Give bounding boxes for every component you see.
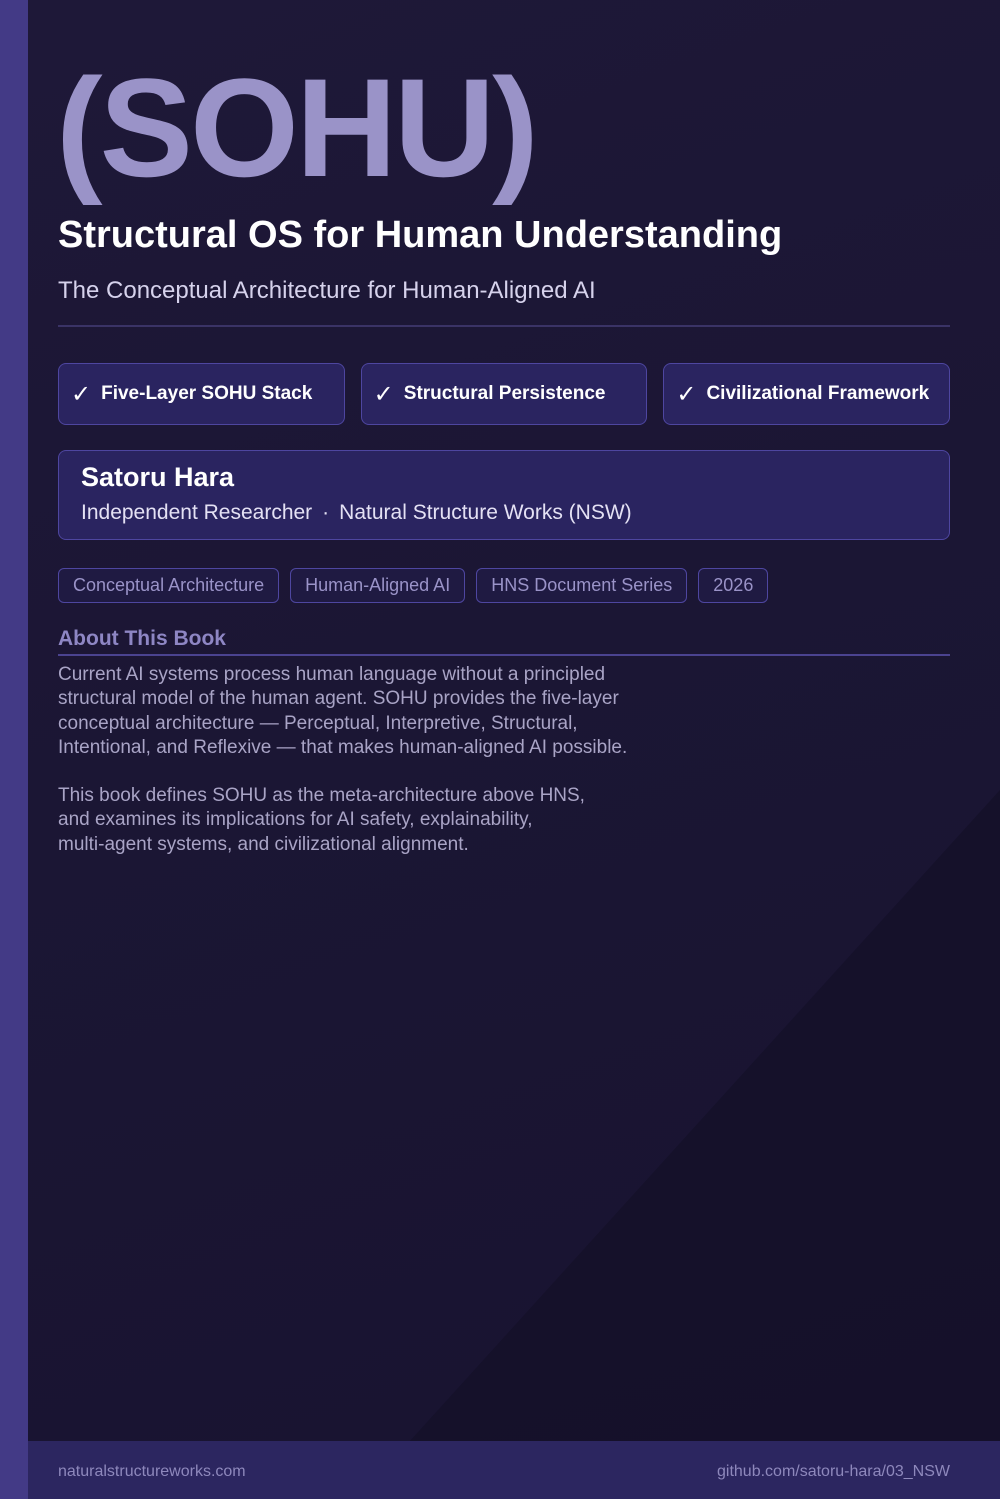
author-card: Satoru Hara Independent Researcher · Natur… [58,450,950,540]
tag-list: Conceptual Architecture Human-Aligned AI… [58,568,769,603]
about-body: Current AI systems process human languag… [58,663,678,881]
author-name: Satoru Hara [81,462,235,492]
github-link[interactable]: github.com/satoru-hara/03_NSW [717,1463,950,1481]
feature-label: Civilizational Framework [706,383,930,404]
book-cover: (SOHU) Structural OS for Human Understan… [0,0,1000,1499]
separator-dot: · [322,501,330,524]
check-icon: ✓ [676,380,697,408]
about-paragraph: This book defines SOHU as the meta-archi… [58,785,585,855]
tag-year: 2026 [698,568,769,603]
about-heading: About This Book [58,627,226,650]
accent-side-bar [0,0,28,1499]
tag: HNS Document Series [476,568,688,603]
feature-card: ✓ Structural Persistence [360,363,648,425]
check-icon: ✓ [373,380,394,408]
author-organization: Natural Structure Works (NSW) [339,501,632,524]
feature-list: ✓ Five-Layer SOHU Stack ✓ Structural Per… [58,363,951,427]
book-title: (SOHU) [56,49,539,206]
check-icon: ✓ [71,380,92,408]
book-tagline: The Conceptual Architecture for Human-Al… [58,277,596,304]
author-meta: Independent Researcher · Natural Structure… [81,501,949,525]
feature-label: Structural Persistence [403,383,606,404]
tag: Human-Aligned AI [290,568,466,603]
about-divider [58,654,950,656]
tag: Conceptual Architecture [58,568,280,603]
divider [58,325,950,327]
book-subtitle: Structural OS for Human Understanding [58,214,783,256]
about-paragraph: Current AI systems process human languag… [58,664,628,758]
footer: naturalstructureworks.com github.com/sat… [28,1441,1000,1499]
website-link[interactable]: naturalstructureworks.com [58,1463,246,1481]
feature-card: ✓ Civilizational Framework [663,363,951,425]
feature-label: Five-Layer SOHU Stack [101,383,313,404]
author-role: Independent Researcher [81,501,313,524]
feature-card: ✓ Five-Layer SOHU Stack [58,363,345,425]
